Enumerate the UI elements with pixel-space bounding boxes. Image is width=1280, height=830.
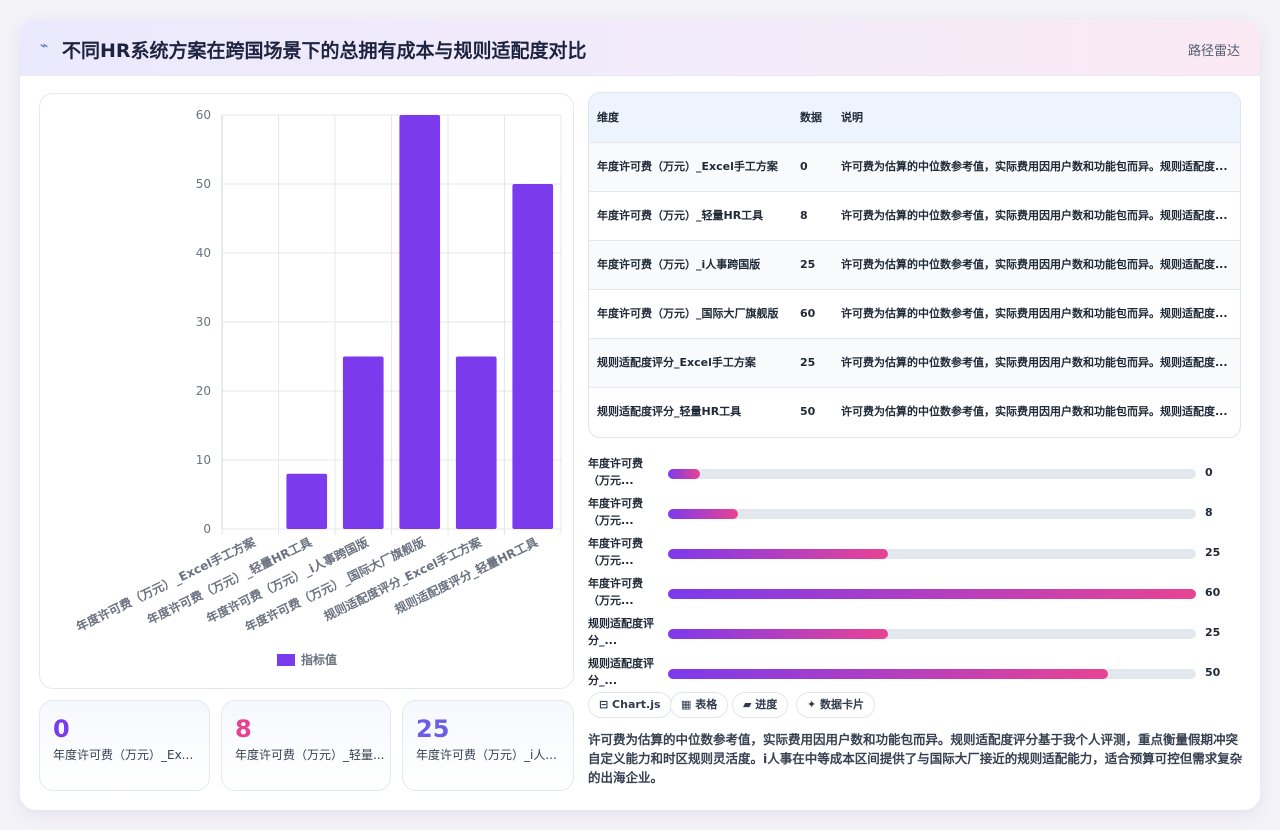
table-cell-dim: 年度许可费（万元）_i人事跨国版 <box>597 257 761 271</box>
kpi-label: 年度许可费（万元）_轻量... <box>235 748 385 762</box>
bar <box>286 473 328 529</box>
table-header-row: 维度 数据 说明 <box>589 93 1240 142</box>
progress-value: 50 <box>1205 666 1221 679</box>
table-cell-val: 60 <box>800 306 816 320</box>
bar <box>342 356 384 529</box>
table-cell-desc: 许可费为估算的中位数参考值，实际费用因用户数和功能包而异。规则适配度... <box>841 208 1228 222</box>
progress-value: 25 <box>1205 626 1221 639</box>
progress-label: 年度许可费（万元... <box>588 457 643 487</box>
progress-track <box>668 509 1196 519</box>
progress-value: 25 <box>1205 546 1221 559</box>
progress-row: 年度许可费（万元... 8 <box>588 495 1248 535</box>
table-cell-desc: 许可费为估算的中位数参考值，实际费用因用户数和功能包而异。规则适配度... <box>841 404 1228 418</box>
dashboard-card: ⌁ 不同HR系统方案在跨国场景下的总拥有成本与规则适配度对比 路径雷达 0 10 2… <box>20 20 1260 810</box>
kpi-card-1: 0 年度许可费（万元）_Ex... <box>39 700 210 791</box>
table-cell-desc: 许可费为估算的中位数参考值，实际费用因用户数和功能包而异。规则适配度... <box>841 355 1228 369</box>
line-chart-icon: ⌁ <box>40 38 49 54</box>
table-cell-val: 25 <box>800 355 816 369</box>
table-cell-dim: 规则适配度评分_Excel手工方案 <box>597 355 756 369</box>
progress-fill <box>668 509 739 519</box>
kpi-value: 0 <box>53 715 70 743</box>
progress-label: 年度许可费（万元... <box>588 537 643 567</box>
y-tick-label: 50 <box>196 177 211 191</box>
data-table: 维度 数据 说明 年度许可费（万元）_Excel手工方案 0 许可费为估算的中位数参… <box>588 92 1241 438</box>
kpi-label: 年度许可费（万元）_i人... <box>416 748 557 762</box>
column-header-dimension: 维度 <box>597 110 619 124</box>
bar <box>455 356 497 529</box>
kpi-label: 年度许可费（万元）_Ex... <box>53 748 194 762</box>
progress-value: 60 <box>1205 586 1221 599</box>
table-row: 规则适配度评分_轻量HR工具 50 许可费为估算的中位数参考值，实际费用因用户数和功… <box>589 387 1240 436</box>
legend-label: 指标值 <box>301 652 337 667</box>
kpi-value: 25 <box>416 715 450 743</box>
progress-label: 年度许可费（万元... <box>588 497 643 527</box>
table-cell-dim: 年度许可费（万元）_Excel手工方案 <box>597 159 778 173</box>
y-tick-label: 40 <box>196 246 211 260</box>
tag-progress[interactable]: ▰ 进度 <box>732 692 789 718</box>
progress-track <box>668 589 1196 599</box>
tag-table[interactable]: ▦ 表格 <box>670 692 729 718</box>
tag-data-card[interactable]: ✦ 数据卡片 <box>796 692 876 718</box>
column-header-description: 说明 <box>841 110 863 124</box>
header-bar: ⌁ 不同HR系统方案在跨国场景下的总拥有成本与规则适配度对比 路径雷达 <box>20 20 1260 76</box>
table-row: 年度许可费（万元）_Excel手工方案 0 许可费为估算的中位数参考值，实际费用因用… <box>589 142 1240 191</box>
y-tick-label: 10 <box>196 453 211 467</box>
table-cell-val: 50 <box>800 404 816 418</box>
kpi-value: 8 <box>235 715 252 743</box>
progress-track <box>668 549 1196 559</box>
tag-chartjs[interactable]: ⊟ Chart.js <box>588 692 672 718</box>
progress-row: 年度许可费（万元... 25 <box>588 535 1248 575</box>
table-row: 年度许可费（万元）_i人事跨国版 25 许可费为估算的中位数参考值，实际费用因用户数… <box>589 240 1240 289</box>
y-tick-label: 30 <box>196 315 211 329</box>
summary-note: 许可费为估算的中位数参考值，实际费用因用户数和功能包而异。规则适配度评分基于我个… <box>588 732 1243 785</box>
table-row: 年度许可费（万元）_国际大厂旗舰版 60 许可费为估算的中位数参考值，实际费用因用户… <box>589 289 1240 338</box>
progress-row: 年度许可费（万元... 60 <box>588 575 1248 615</box>
kpi-card-3: 25 年度许可费（万元）_i人... <box>402 700 574 791</box>
table-cell-val: 25 <box>800 257 816 271</box>
table-cell-val: 8 <box>800 208 808 222</box>
progress-label: 规则适配度评分_... <box>588 617 654 647</box>
progress-fill <box>668 629 888 639</box>
progress-track <box>668 669 1196 679</box>
kpi-card-2: 8 年度许可费（万元）_轻量... <box>221 700 391 791</box>
table-cell-dim: 年度许可费（万元）_国际大厂旗舰版 <box>597 306 779 320</box>
bar <box>512 184 554 529</box>
progress-label: 年度许可费（万元... <box>588 577 643 607</box>
bar-chart-panel: 0 10 20 30 40 50 60 年度许可费（万元）_Excel手工方案 年度许可费（万元… <box>39 93 574 689</box>
progress-fill <box>668 549 888 559</box>
table-row: 年度许可费（万元）_轻量HR工具 8 许可费为估算的中位数参考值，实际费用因用户数和… <box>589 191 1240 240</box>
progress-track <box>668 629 1196 639</box>
progress-fill <box>668 589 1196 599</box>
y-tick-label: 20 <box>196 384 211 398</box>
table-cell-desc: 许可费为估算的中位数参考值，实际费用因用户数和功能包而异。规则适配度... <box>841 257 1228 271</box>
table-cell-dim: 年度许可费（万元）_轻量HR工具 <box>597 208 764 222</box>
header-badge: 路径雷达 <box>1187 44 1240 59</box>
bar-chart: 0102030405060年度许可费（万元）_Excel手工方案年度许可费（万元… <box>74 108 562 667</box>
progress-value: 0 <box>1205 466 1213 479</box>
y-tick-label: 0 <box>203 522 211 536</box>
table-row: 规则适配度评分_Excel手工方案 25 许可费为估算的中位数参考值，实际费用因用户… <box>589 338 1240 387</box>
page-title: 不同HR系统方案在跨国场景下的总拥有成本与规则适配度对比 <box>62 40 587 62</box>
progress-fill <box>668 469 700 479</box>
column-header-value: 数据 <box>800 110 822 124</box>
progress-row: 规则适配度评分_... 50 <box>588 655 1248 695</box>
progress-label: 规则适配度评分_... <box>588 657 654 687</box>
table-cell-desc: 许可费为估算的中位数参考值，实际费用因用户数和功能包而异。规则适配度... <box>841 159 1228 173</box>
progress-track <box>668 469 1196 479</box>
bar <box>399 115 441 529</box>
y-tick-label: 60 <box>196 108 211 122</box>
table-cell-val: 0 <box>800 159 808 173</box>
table-cell-desc: 许可费为估算的中位数参考值，实际费用因用户数和功能包而异。规则适配度... <box>841 306 1228 320</box>
progress-value: 8 <box>1205 506 1213 519</box>
table-cell-dim: 规则适配度评分_轻量HR工具 <box>597 404 742 418</box>
progress-row: 年度许可费（万元... 0 <box>588 455 1248 495</box>
progress-fill <box>668 669 1108 679</box>
progress-row: 规则适配度评分_... 25 <box>588 615 1248 655</box>
legend-swatch <box>277 654 295 666</box>
